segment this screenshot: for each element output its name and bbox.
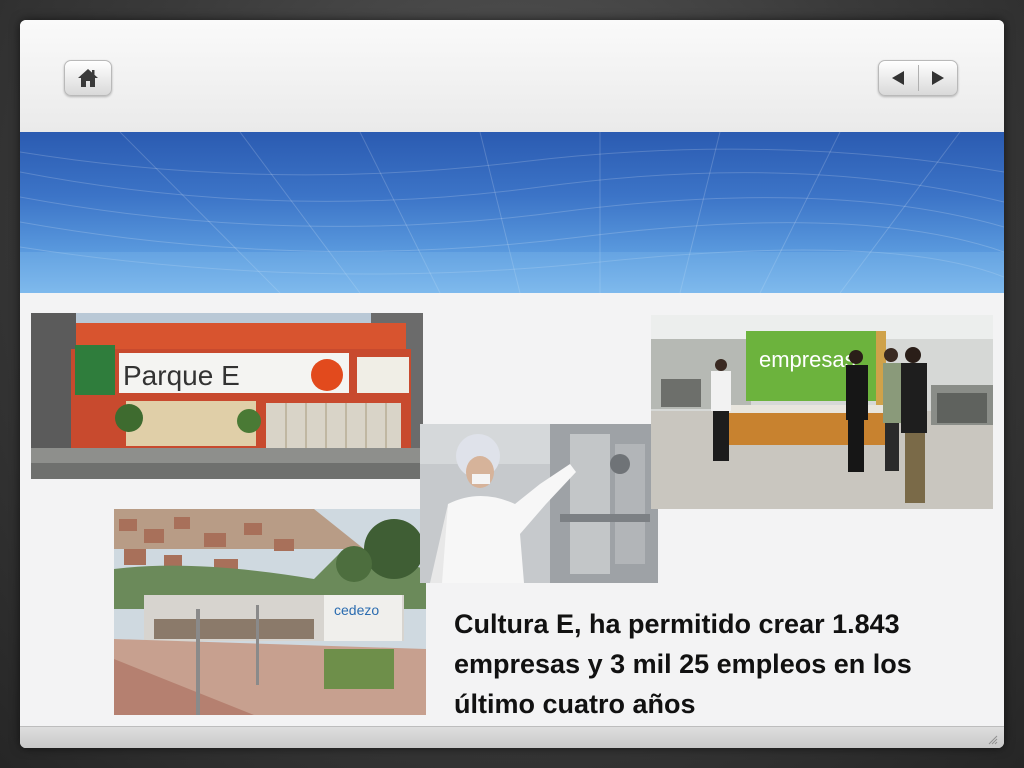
parque-sign-text: Parque E xyxy=(123,360,240,391)
empresas-office-photo: empresas xyxy=(651,315,993,509)
cedezo-photo: cedezo xyxy=(114,509,426,715)
slide-navigation xyxy=(878,60,958,96)
empresas-banner-text: empresas xyxy=(759,347,856,372)
parque-e-photo: Parque E xyxy=(31,313,423,479)
slide: Parque E cedezo empresas Cultura E, ha p… xyxy=(20,20,1004,748)
lab-worker-photo xyxy=(420,424,658,583)
home-button[interactable] xyxy=(64,60,112,96)
home-icon xyxy=(78,69,98,87)
bottom-bar xyxy=(20,726,1004,748)
next-slide-button[interactable] xyxy=(919,61,958,95)
triangle-right-icon xyxy=(931,71,944,85)
previous-slide-button[interactable] xyxy=(879,61,918,95)
top-toolbar xyxy=(20,20,1004,132)
cedezo-sign-text: cedezo xyxy=(334,602,379,618)
slide-caption: Cultura E, ha permitido crear 1.843 empr… xyxy=(454,609,912,719)
blue-banner xyxy=(20,132,1004,293)
triangle-left-icon xyxy=(892,71,905,85)
resize-grip-icon[interactable] xyxy=(986,733,998,745)
